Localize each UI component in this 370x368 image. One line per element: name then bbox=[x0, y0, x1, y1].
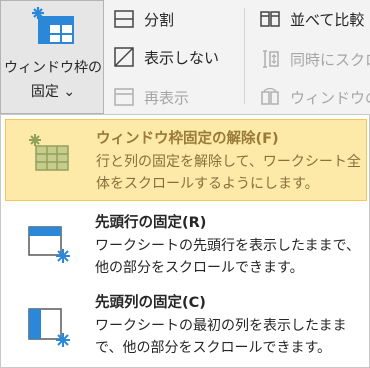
view-side-by-side-button[interactable]: 並べて比較 bbox=[260, 6, 364, 32]
freeze-panes-button[interactable]: ウィンドウ枠の 固定 ⌄ bbox=[0, 0, 104, 114]
freeze-top-row-title: 先頭行の固定(R) bbox=[95, 215, 207, 231]
unfreeze-panes-description: 行と列の固定を解除して、ワークシート全体をスクロールするようにします。 bbox=[96, 154, 361, 192]
split-icon bbox=[114, 10, 134, 28]
freeze-panes-label-line1: ウィンドウ枠の bbox=[4, 60, 102, 76]
freeze-first-column-title: 先頭列の固定(C) bbox=[95, 295, 206, 311]
reset-window-label: ウィンドウの bbox=[290, 88, 370, 107]
menu-item-freeze-first-column[interactable]: 先頭列の固定(C) ワークシートの最初の列を表示したままで、他の部分をスクロール… bbox=[5, 287, 367, 367]
freeze-top-row-description: ワークシートの先頭行を表示したままで、他の部分をスクロールできます。 bbox=[95, 238, 361, 276]
hide-icon bbox=[114, 47, 134, 67]
unhide-label: 再表示 bbox=[144, 88, 190, 107]
synchronous-scrolling-button[interactable]: 同時にスクロ bbox=[260, 46, 370, 72]
unfreeze-panes-icon bbox=[29, 134, 69, 171]
hide-button[interactable]: 表示しない bbox=[114, 44, 219, 70]
sync-scroll-icon bbox=[263, 50, 279, 68]
split-label: 分割 bbox=[144, 10, 175, 29]
unfreeze-panes-title: ウィンドウ枠固定の解除(F) bbox=[96, 131, 279, 147]
freeze-panes-label-line2: 固定 ⌄ bbox=[30, 84, 76, 100]
freeze-panes-menu: ウィンドウ枠固定の解除(F) 行と列の固定を解除して、ワークシート全体をスクロー… bbox=[0, 114, 370, 368]
hide-label: 表示しない bbox=[144, 48, 220, 67]
reset-window-position-button[interactable]: ウィンドウの bbox=[260, 84, 370, 110]
reset-window-icon bbox=[261, 87, 279, 105]
unhide-icon bbox=[114, 88, 134, 106]
ribbon-separator bbox=[244, 8, 245, 104]
freeze-first-column-icon bbox=[28, 308, 70, 347]
side-by-side-label: 並べて比較 bbox=[290, 10, 365, 29]
menu-item-unfreeze-panes[interactable]: ウィンドウ枠固定の解除(F) 行と列の固定を解除して、ワークシート全体をスクロー… bbox=[5, 119, 367, 201]
sync-scroll-label: 同時にスクロ bbox=[290, 50, 370, 69]
side-by-side-icon bbox=[260, 11, 280, 27]
freeze-panes-icon bbox=[32, 7, 74, 44]
freeze-top-row-icon bbox=[28, 226, 70, 263]
menu-item-freeze-top-row[interactable]: 先頭行の固定(R) ワークシートの先頭行を表示したままで、他の部分をスクロールで… bbox=[5, 205, 367, 285]
ribbon-window-group: ウィンドウ枠の 固定 ⌄ 分割 表示しない 再表示 並べて比較 同時にスク ウィ… bbox=[0, 0, 370, 116]
freeze-first-column-description: ワークシートの最初の列を表示したままで、他の部分をスクロールできます。 bbox=[95, 318, 347, 356]
unhide-button[interactable]: 再表示 bbox=[114, 84, 189, 110]
split-button[interactable]: 分割 bbox=[114, 6, 174, 32]
